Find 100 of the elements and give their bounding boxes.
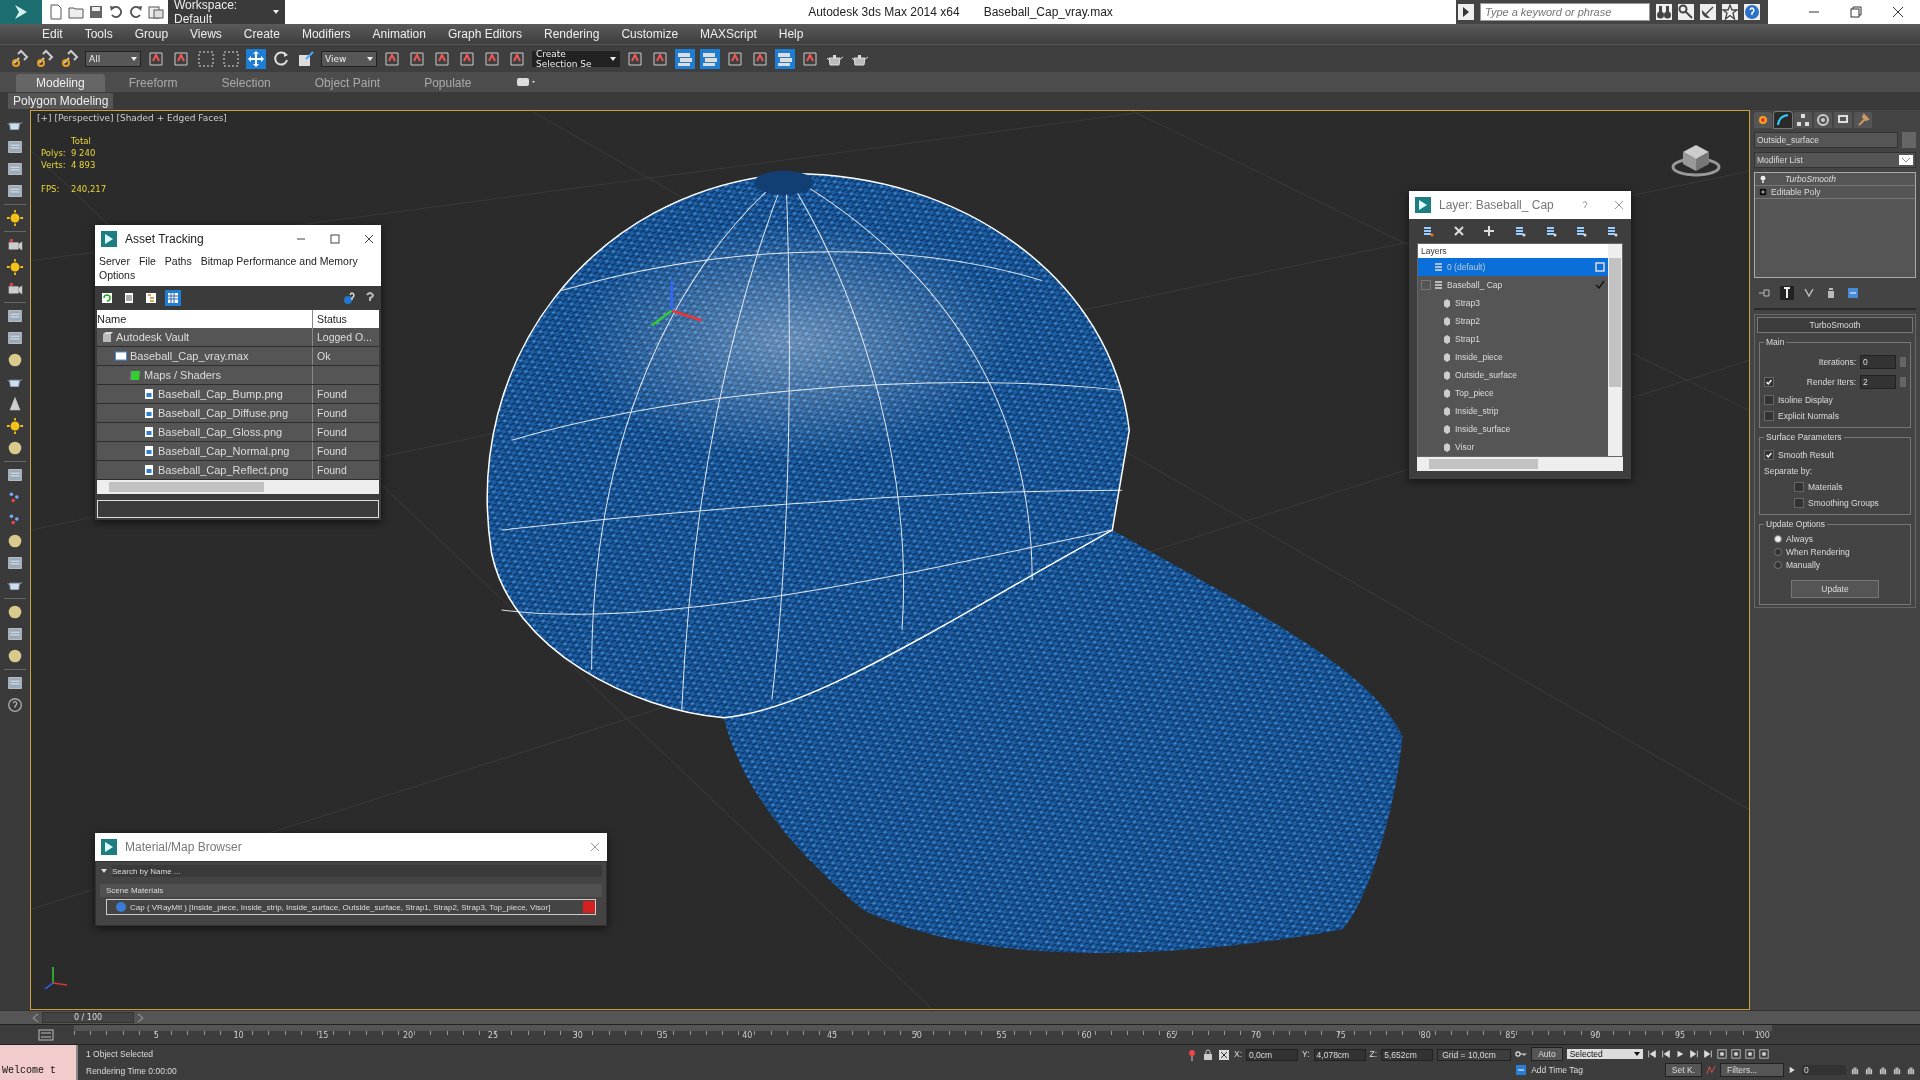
asset-row[interactable]: Maps / Shaders <box>97 366 379 385</box>
key-filter-dropdown[interactable]: Selected <box>1566 1049 1643 1059</box>
zoom-icon[interactable] <box>1758 1049 1769 1059</box>
viewport-navigation-icon[interactable] <box>1716 1049 1727 1059</box>
sphere-icon[interactable] <box>6 647 24 665</box>
layers-icon[interactable] <box>775 48 795 69</box>
ribbon-tab[interactable]: Object Paint <box>294 74 401 92</box>
satellite-dish-icon[interactable] <box>1700 4 1716 20</box>
binoculars-icon[interactable] <box>1656 4 1672 20</box>
menu-item[interactable]: Tools <box>84 27 113 41</box>
modify-tab[interactable] <box>1774 112 1792 128</box>
search-field[interactable]: Search by Name ... <box>112 865 602 877</box>
panel-icon[interactable] <box>6 554 24 572</box>
project-folder-icon[interactable] <box>148 4 164 20</box>
viewport-navigation-icon[interactable] <box>1744 1049 1755 1059</box>
object-row[interactable]: Strap3 <box>1418 294 1608 312</box>
restore-icon[interactable] <box>1850 6 1862 18</box>
close-icon[interactable] <box>363 233 375 245</box>
key-filters-button[interactable]: Filters... <box>1720 1063 1784 1077</box>
refresh-view-button[interactable] <box>99 290 115 306</box>
help-icon[interactable] <box>343 291 357 305</box>
render-iters-spinner[interactable]: 2 <box>1860 375 1896 389</box>
sphere-icon[interactable] <box>6 532 24 550</box>
object-row[interactable]: Inside_strip <box>1418 402 1608 420</box>
menu-item[interactable]: Help <box>778 27 804 41</box>
sphere-icon[interactable] <box>6 351 24 369</box>
object-row[interactable]: Strap1 <box>1418 330 1608 348</box>
selection-region-icon[interactable] <box>196 48 216 69</box>
collapse-toggle[interactable] <box>1421 280 1431 290</box>
x-coordinate-field[interactable]: 0,0cm <box>1246 1049 1299 1061</box>
sun-icon[interactable] <box>6 258 24 276</box>
hand-icon[interactable] <box>1906 1065 1916 1075</box>
help-icon[interactable] <box>1744 4 1760 20</box>
selection-region-icon[interactable] <box>221 48 241 69</box>
asset-row[interactable]: Baseball_Cap_Bump.png Found <box>97 385 379 404</box>
modifier-list-dropdown[interactable]: Modifier List <box>1754 152 1916 168</box>
curve-editor-icon[interactable] <box>38 1029 54 1041</box>
ribbon-panel-tab[interactable]: Polygon Modeling <box>8 93 114 109</box>
panel-icon[interactable] <box>6 138 24 156</box>
path-field[interactable] <box>97 500 379 518</box>
curve-icon[interactable] <box>1706 1065 1716 1075</box>
menu-item[interactable]: Create <box>243 27 280 41</box>
tree-view-button[interactable] <box>143 290 159 306</box>
object-color-swatch[interactable] <box>1902 132 1916 148</box>
display-tab[interactable] <box>1834 112 1852 128</box>
named-selection-dropdown[interactable]: Create Selection Se <box>532 50 620 67</box>
move-icon[interactable] <box>246 48 266 69</box>
modifier-item[interactable]: Editable Poly <box>1771 187 1821 197</box>
fast-forward-icon[interactable] <box>1702 1049 1713 1059</box>
chain-link-icon[interactable] <box>10 48 30 69</box>
radio-button[interactable] <box>1774 548 1782 556</box>
menu-item[interactable]: Customize <box>621 27 679 41</box>
menu-item[interactable]: Modifiers <box>301 27 351 41</box>
hand-icon[interactable] <box>1850 1065 1860 1075</box>
object-row[interactable]: Visor <box>1418 438 1608 456</box>
layer-stack-icon[interactable] <box>1575 225 1588 237</box>
ribbon-tab[interactable]: Freeform <box>108 74 198 92</box>
folder-icon[interactable] <box>68 4 84 20</box>
new-file-icon[interactable] <box>48 4 64 20</box>
menu-item[interactable]: Group <box>134 27 169 41</box>
current-frame-field[interactable]: 0 <box>1802 1065 1846 1075</box>
asset-row[interactable]: Baseball_Cap_vray.max Ok <box>97 347 379 366</box>
perspective-viewport[interactable] <box>30 110 1750 1010</box>
menu-item[interactable]: File <box>138 255 156 267</box>
iterations-spinner[interactable]: 0 <box>1860 355 1896 369</box>
checkbox[interactable] <box>1764 411 1774 421</box>
motion-tab[interactable] <box>1814 112 1832 128</box>
object-row[interactable]: Outside_surface <box>1418 366 1608 384</box>
zoom-icon[interactable] <box>1730 1049 1741 1059</box>
cap-visor-drawing[interactable] <box>723 530 1403 953</box>
asset-row[interactable]: Baseball_Cap_Diffuse.png Found <box>97 404 379 423</box>
vertical-scrollbar[interactable] <box>1608 244 1622 456</box>
menu-item[interactable]: Options <box>99 269 136 281</box>
asset-row[interactable]: Autodesk Vault Logged O... <box>97 328 379 347</box>
group-header[interactable]: Scene Materials <box>100 884 602 897</box>
rewind-icon[interactable] <box>1646 1049 1657 1059</box>
delete-icon[interactable] <box>1452 225 1465 237</box>
maxscript-listener[interactable]: Welcome t <box>0 1045 78 1080</box>
asset-row[interactable]: Baseball_Cap_Normal.png Found <box>97 442 379 461</box>
rollout-header[interactable]: TurboSmooth <box>1757 317 1913 333</box>
ribbon-tab[interactable]: Selection <box>201 74 291 92</box>
menu-item[interactable]: Rendering <box>544 27 600 41</box>
utilities-tab[interactable] <box>1854 112 1872 128</box>
menu-item[interactable]: Paths <box>164 255 192 267</box>
pin-icon[interactable] <box>1186 1049 1198 1061</box>
panel-icon[interactable] <box>6 625 24 643</box>
time-slider[interactable]: 0 / 100 <box>42 1012 134 1023</box>
hand-icon[interactable] <box>1864 1065 1874 1075</box>
y-coordinate-field[interactable]: 4,078cm <box>1313 1049 1366 1061</box>
update-button[interactable]: Update <box>1791 580 1879 598</box>
panel-icon[interactable] <box>6 329 24 347</box>
dropdown-arrow-icon[interactable] <box>1899 155 1913 165</box>
menu-item[interactable]: Graph Editors <box>447 27 522 41</box>
checkbox[interactable] <box>1764 395 1774 405</box>
maximize-icon[interactable] <box>329 233 341 245</box>
menu-item[interactable]: Bitmap Performance and Memory <box>200 255 358 267</box>
set-key-button[interactable]: Set K. <box>1664 1063 1702 1077</box>
table-view-button[interactable] <box>165 290 181 306</box>
sun-icon[interactable] <box>6 209 24 227</box>
menu-item[interactable]: Server <box>99 255 130 267</box>
